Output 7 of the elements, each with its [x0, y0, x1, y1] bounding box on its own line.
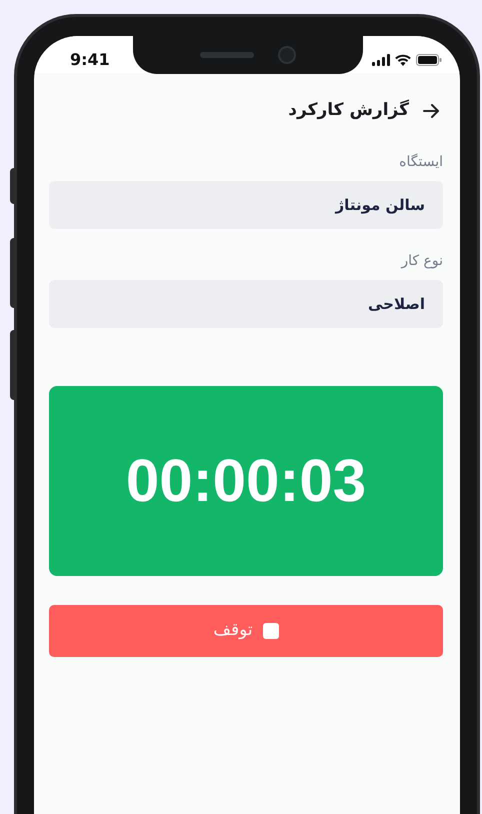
field-label: نوع کار	[401, 252, 443, 271]
page-title: گزارش کارکرد	[288, 98, 409, 122]
timer-reading: 00:00:03	[126, 446, 366, 516]
field-label: ایستگاه	[399, 152, 443, 172]
select-field[interactable]: سالن مونتاژ	[49, 181, 443, 229]
status-time: 9:41	[70, 48, 110, 70]
select-field[interactable]: اصلاحی	[49, 280, 443, 328]
